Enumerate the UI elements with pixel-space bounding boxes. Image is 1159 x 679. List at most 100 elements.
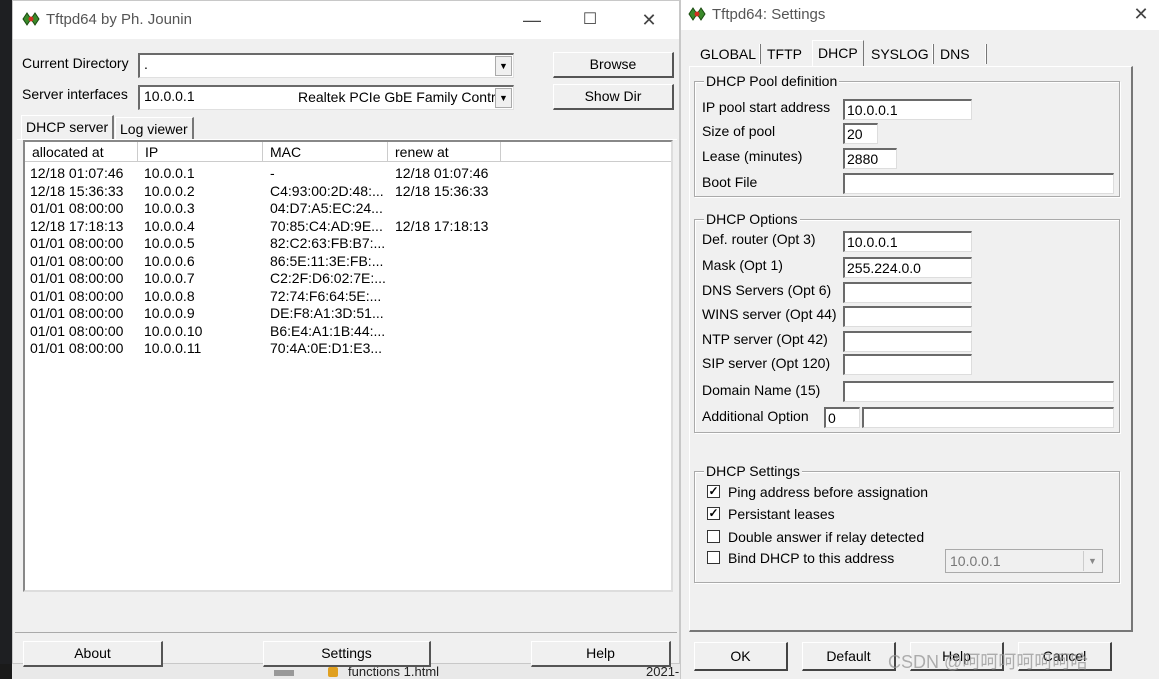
bind-dhcp-checkbox[interactable]	[707, 551, 720, 564]
table-cell: 12/18 17:18:13	[395, 217, 489, 234]
table-cell: 10.0.0.7	[144, 270, 195, 286]
table-row[interactable]: 12/18 15:36:33 10.0.0.2 C4:93:00:2D:48:...…	[25, 183, 671, 201]
tab-separator	[932, 44, 934, 64]
main-window-titlebar[interactable]: Tftpd64 by Ph. Jounin — ☐ ✕	[13, 1, 679, 39]
browse-button[interactable]: Browse	[553, 52, 674, 78]
ntp-server-input[interactable]	[843, 331, 972, 352]
ping-address-checkbox[interactable]: ✓	[707, 485, 720, 498]
tab-syslog[interactable]: SYSLOG	[866, 42, 934, 66]
tab-log-viewer[interactable]: Log viewer	[115, 117, 194, 139]
table-row[interactable]: 01/01 08:00:00 10.0.0.7 C2:2F:D6:02:7E:...	[25, 270, 671, 288]
about-button[interactable]: About	[23, 641, 163, 667]
table-row[interactable]: 01/01 08:00:00 10.0.0.5 82:C2:63:FB:B7:...	[25, 235, 671, 253]
maximize-icon[interactable]: ☐	[576, 7, 604, 33]
current-directory-label: Current Directory	[22, 55, 129, 71]
server-interface-adapter: Realtek PCIe GbE Family Contro	[298, 89, 504, 105]
table-cell: 12/18 01:07:46	[395, 165, 489, 181]
chevron-down-icon[interactable]: ▼	[495, 56, 512, 76]
table-cell: 01/01 08:00:00	[30, 340, 124, 356]
group-title: DHCP Settings	[704, 463, 802, 479]
ip-pool-start-label: IP pool start address	[702, 99, 831, 115]
dns-servers-input[interactable]	[843, 282, 972, 303]
current-directory-value: .	[144, 56, 148, 72]
settings-window-titlebar[interactable]: Tftpd64: Settings ✕	[681, 0, 1159, 30]
column-mac[interactable]: MAC	[263, 142, 388, 162]
table-row[interactable]: 12/18 17:18:13 10.0.0.4 70:85:C4:AD:9E... 1…	[25, 218, 671, 236]
ip-pool-start-input[interactable]: 10.0.0.1	[843, 99, 972, 120]
wins-server-label: WINS server (Opt 44)	[702, 306, 837, 322]
table-cell: 04:D7:A5:EC:24...	[270, 200, 383, 216]
table-cell: 10.0.0.2	[144, 182, 195, 199]
lease-minutes-input[interactable]: 2880	[843, 148, 897, 169]
tftpd-app-icon	[688, 7, 706, 21]
sip-server-input[interactable]	[843, 354, 972, 375]
settings-button[interactable]: Settings	[263, 641, 431, 667]
help-button[interactable]: Help	[531, 641, 671, 667]
table-row[interactable]: 01/01 08:00:00 10.0.0.9 DE:F8:A1:3D:51...	[25, 305, 671, 323]
tab-dhcp-server[interactable]: DHCP server	[21, 115, 115, 139]
tab-separator	[985, 44, 987, 64]
close-icon[interactable]: ✕	[635, 7, 663, 33]
table-row[interactable]: 01/01 08:00:00 10.0.0.10 B6:E4:A1:1B:44:..…	[25, 323, 671, 341]
group-title: DHCP Options	[704, 211, 800, 227]
double-answer-checkbox[interactable]	[707, 530, 720, 543]
default-button[interactable]: Default	[802, 642, 896, 671]
column-renew-at[interactable]: renew at	[388, 142, 501, 162]
table-cell: DE:F8:A1:3D:51...	[270, 305, 384, 321]
settings-window-title: Tftpd64: Settings	[712, 6, 826, 23]
table-cell: 10.0.0.5	[144, 235, 195, 251]
wins-server-input[interactable]	[843, 306, 972, 327]
table-header: allocated at IP MAC renew at	[25, 142, 671, 162]
chevron-down-icon[interactable]: ▼	[1083, 551, 1101, 571]
table-row[interactable]: 01/01 08:00:00 10.0.0.11 70:4A:0E:D1:E3...	[25, 340, 671, 358]
tftpd64-main-window: Tftpd64 by Ph. Jounin — ☐ ✕ Current Dire…	[12, 0, 680, 667]
settings-window: Tftpd64: Settings ✕ GLOBAL TFTP DHCP SYS…	[680, 0, 1159, 679]
additional-option-value-input[interactable]	[862, 407, 1114, 428]
bind-dhcp-label: Bind DHCP to this address	[728, 550, 895, 566]
pool-size-label: Size of pool	[702, 123, 776, 139]
table-cell: -	[270, 165, 275, 181]
column-allocated-at[interactable]: allocated at	[25, 142, 138, 162]
tab-global[interactable]: GLOBAL	[695, 42, 761, 66]
table-cell: 12/18 17:18:13	[30, 217, 124, 234]
table-cell: 01/01 08:00:00	[30, 200, 124, 216]
boot-file-label: Boot File	[702, 174, 758, 190]
close-icon[interactable]: ✕	[1127, 1, 1155, 27]
chevron-down-icon[interactable]: ▼	[495, 88, 512, 108]
table-cell: 70:4A:0E:D1:E3...	[270, 340, 383, 356]
bind-address-select[interactable]: 10.0.0.1 ▼	[945, 549, 1103, 573]
boot-file-input[interactable]	[843, 173, 1114, 194]
table-cell: B6:E4:A1:1B:44:...	[270, 322, 386, 339]
table-cell: 12/18 01:07:46	[30, 165, 124, 181]
table-cell: 01/01 08:00:00	[30, 235, 124, 251]
ntp-server-label: NTP server (Opt 42)	[702, 331, 828, 347]
additional-option-label: Additional Option	[702, 408, 809, 424]
table-cell: 10.0.0.9	[144, 305, 195, 321]
current-directory-combo[interactable]: . ▼	[138, 53, 514, 78]
table-cell: 10.0.0.4	[144, 217, 195, 234]
pool-size-input[interactable]: 20	[843, 123, 878, 144]
tab-tftp[interactable]: TFTP	[762, 42, 807, 66]
mask-input[interactable]: 255.224.0.0	[843, 257, 972, 278]
table-row[interactable]: 01/01 08:00:00 10.0.0.3 04:D7:A5:EC:24...	[25, 200, 671, 218]
table-row[interactable]: 12/18 01:07:46 10.0.0.1 - 12/18 01:07:46	[25, 165, 671, 183]
server-interfaces-combo[interactable]: 10.0.0.1 Realtek PCIe GbE Family Contro …	[138, 85, 514, 110]
table-row[interactable]: 01/01 08:00:00 10.0.0.8 72:74:F6:64:5E:...	[25, 288, 671, 306]
tab-dns[interactable]: DNS	[935, 42, 975, 66]
def-router-input[interactable]: 10.0.0.1	[843, 231, 972, 252]
persistant-leases-checkbox[interactable]: ✓	[707, 507, 720, 520]
table-cell: 10.0.0.6	[144, 252, 195, 269]
table-cell: C4:93:00:2D:48:...	[270, 182, 384, 199]
table-cell: 01/01 08:00:00	[30, 322, 124, 339]
dhcp-lease-table[interactable]: allocated at IP MAC renew at 12/18 01:07…	[23, 140, 673, 592]
show-dir-button[interactable]: Show Dir	[553, 84, 674, 110]
column-ip[interactable]: IP	[138, 142, 263, 162]
domain-name-input[interactable]	[843, 381, 1114, 402]
table-cell: 01/01 08:00:00	[30, 305, 124, 321]
ok-button[interactable]: OK	[694, 642, 788, 671]
additional-option-number-input[interactable]: 0	[824, 407, 860, 428]
table-row[interactable]: 01/01 08:00:00 10.0.0.6 86:5E:11:3E:FB:...	[25, 253, 671, 271]
domain-name-label: Domain Name (15)	[702, 382, 821, 398]
tab-dhcp[interactable]: DHCP	[812, 40, 864, 66]
minimize-icon[interactable]: —	[518, 7, 546, 33]
